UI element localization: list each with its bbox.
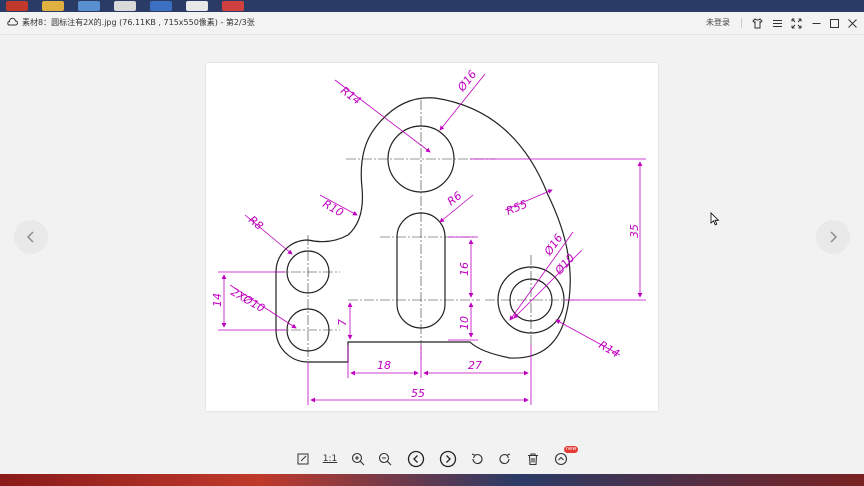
- label-r14-top: R14: [338, 84, 363, 107]
- fullscreen-icon[interactable]: [789, 16, 803, 30]
- rotate-right-button[interactable]: [495, 449, 515, 469]
- cloud-icon[interactable]: [6, 16, 18, 28]
- label-dim-18: 18: [377, 359, 391, 372]
- login-link[interactable]: 未登录: [706, 17, 730, 28]
- dimension-lines: [218, 73, 646, 405]
- taskbar-thumbnail[interactable]: [114, 1, 136, 11]
- label-r10: R10: [321, 197, 346, 219]
- taskbar-thumbnail[interactable]: [222, 1, 244, 11]
- label-r14-right: R14: [597, 338, 622, 360]
- window-title: 素材8：圆标注有2X的.jpg (76.11KB , 715x550像素) - …: [22, 18, 255, 27]
- actual-size-label: 1:1: [322, 454, 338, 464]
- label-dim-10: 10: [458, 316, 471, 330]
- actual-size-button[interactable]: 1:1: [320, 449, 340, 469]
- label-dim-35: 35: [628, 224, 641, 238]
- previous-button[interactable]: [406, 449, 426, 469]
- image-canvas: R14 Ø16 R10 R6 R55 R8 Ø16 Ø10 2XØ10 R14 …: [206, 63, 658, 411]
- taskbar-thumbnail[interactable]: [150, 1, 172, 11]
- technical-drawing: R14 Ø16 R10 R6 R55 R8 Ø16 Ø10 2XØ10 R14 …: [211, 68, 646, 405]
- circle-arrow-left-icon: [407, 450, 425, 468]
- rotate-left-icon: [471, 453, 483, 465]
- label-r55: R55: [504, 198, 529, 218]
- label-dim-55: 55: [411, 387, 425, 400]
- dimension-labels: R14 Ø16 R10 R6 R55 R8 Ø16 Ø10 2XØ10 R14 …: [211, 68, 641, 400]
- minimize-icon[interactable]: [809, 16, 823, 30]
- next-button[interactable]: [438, 449, 458, 469]
- mouse-cursor-icon: [710, 212, 720, 226]
- chevron-left-icon: [27, 231, 34, 243]
- circle-arrow-right-icon: [439, 450, 457, 468]
- previous-image-button[interactable]: [14, 220, 48, 254]
- title-bar: 素材8：圆标注有2X的.jpg (76.11KB , 715x550像素) - …: [0, 12, 864, 35]
- bottom-taskbar-strip: [0, 474, 864, 486]
- label-r6: R6: [445, 189, 465, 208]
- label-dim-16: 16: [458, 262, 471, 276]
- chevron-right-icon: [830, 231, 837, 243]
- label-2x-d10: 2XØ10: [229, 285, 268, 315]
- taskbar-thumbnail[interactable]: [186, 1, 208, 11]
- maximize-icon[interactable]: [827, 16, 841, 30]
- part-outline: [275, 97, 571, 363]
- menu-icon[interactable]: [770, 16, 784, 30]
- bottom-toolbar: 1:1: [0, 448, 864, 470]
- label-dim-14: 14: [211, 293, 224, 307]
- label-d16-right: Ø16: [541, 232, 565, 259]
- next-image-button[interactable]: [816, 220, 850, 254]
- zoom-in-button[interactable]: [348, 449, 368, 469]
- new-badge: new: [564, 446, 579, 453]
- label-d10-right: Ø10: [552, 251, 577, 277]
- label-dim-27: 27: [468, 359, 482, 372]
- delete-button[interactable]: [523, 449, 543, 469]
- rotate-right-icon: [499, 453, 511, 465]
- taskbar-thumbnail[interactable]: [78, 1, 100, 11]
- edit-icon: [297, 453, 309, 465]
- label-dim-7: 7: [336, 319, 349, 326]
- close-icon[interactable]: [845, 16, 859, 30]
- edit-button[interactable]: [293, 449, 313, 469]
- taskbar-thumbnail[interactable]: [42, 1, 64, 11]
- shirt-icon[interactable]: [750, 16, 764, 30]
- trash-icon: [528, 453, 538, 466]
- top-taskbar-strip: [0, 0, 864, 12]
- divider: [741, 18, 742, 28]
- circle-chevron-up-icon: [554, 452, 568, 466]
- zoom-in-icon: [351, 452, 365, 466]
- zoom-out-button[interactable]: [375, 449, 395, 469]
- rotate-left-button[interactable]: [467, 449, 487, 469]
- label-d16-top: Ø16: [455, 68, 480, 95]
- taskbar-thumbnail[interactable]: [6, 1, 28, 11]
- zoom-out-icon: [378, 452, 392, 466]
